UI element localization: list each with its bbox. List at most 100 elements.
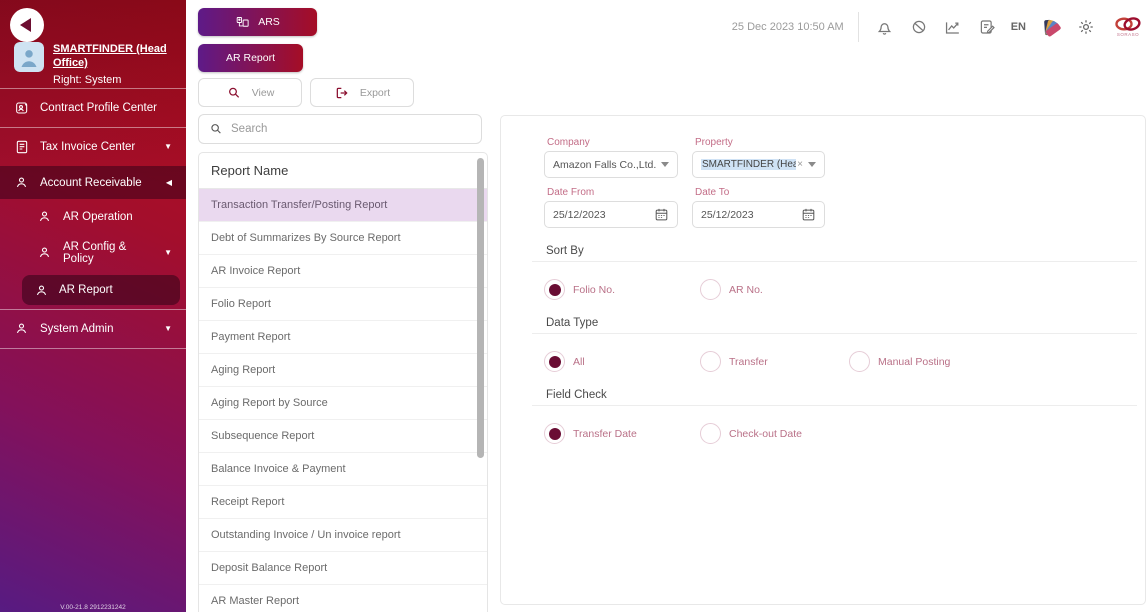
divider: [532, 405, 1137, 406]
settings-gear-icon[interactable]: [1076, 17, 1096, 37]
sidebar-item-label: Contract Profile Center: [40, 102, 157, 114]
sidebar: SMARTFINDER (Head Office) Right: System …: [0, 0, 186, 612]
radio-option[interactable]: Transfer: [700, 351, 849, 372]
report-list-item[interactable]: Payment Report: [199, 321, 487, 354]
calendar-icon[interactable]: [654, 207, 669, 222]
report-list-item[interactable]: Aging Report: [199, 354, 487, 387]
search-input[interactable]: [231, 123, 471, 135]
palette-fan: [1042, 18, 1062, 36]
radio-button[interactable]: [700, 423, 721, 444]
field-check-options: Transfer Date Check-out Date: [544, 423, 1145, 444]
profile-block[interactable]: SMARTFINDER (Head Office) Right: System: [14, 42, 178, 86]
report-list-item[interactable]: Receipt Report: [199, 486, 487, 519]
report-list-item[interactable]: Aging Report by Source: [199, 387, 487, 420]
search-icon: [209, 122, 223, 136]
contact-card-icon: [14, 100, 30, 116]
collapse-sidebar-button[interactable]: [10, 8, 44, 42]
sidebar-item-label: System Admin: [40, 323, 114, 335]
tab-ar-report[interactable]: AR Report: [198, 44, 303, 72]
radio-button[interactable]: [544, 279, 565, 300]
radio-option[interactable]: All: [544, 351, 700, 372]
language-selector[interactable]: EN: [1011, 21, 1026, 33]
report-list-item[interactable]: AR Master Report: [199, 585, 487, 612]
company-dropdown[interactable]: Amazon Falls Co.,Ltd. ...: [544, 151, 678, 178]
report-list-item[interactable]: Outstanding Invoice / Un invoice report: [199, 519, 487, 552]
sidebar-item-label: Account Receivable: [40, 177, 142, 189]
report-list-item[interactable]: Balance Invoice & Payment: [199, 453, 487, 486]
radio-button[interactable]: [700, 279, 721, 300]
edit-note-icon[interactable]: [977, 17, 997, 37]
radio-label: Transfer Date: [573, 428, 637, 440]
header-right: 25 Dec 2023 10:50 AM EN SORASO: [732, 8, 1142, 46]
divider: [532, 261, 1137, 262]
company-value: Amazon Falls Co.,Ltd. ...: [553, 159, 656, 171]
property-chip: SMARTFINDER (Head O: [701, 159, 796, 170]
radio-option[interactable]: AR No.: [700, 279, 849, 300]
divider: [532, 333, 1137, 334]
radio-option[interactable]: Manual Posting: [849, 351, 998, 372]
report-list-item[interactable]: AR Invoice Report: [199, 255, 487, 288]
app-version: V.00-21.8 2912231242: [0, 604, 186, 611]
data-type-options: All Transfer Manual Posting: [544, 351, 1145, 372]
data-type-title: Data Type: [546, 317, 1145, 329]
sidebar-item-system-admin[interactable]: System Admin ▼: [0, 310, 186, 348]
person-icon: [34, 283, 49, 298]
date-from-field[interactable]: 25/12/2023: [544, 201, 678, 228]
chevron-down-icon: ▼: [164, 143, 172, 151]
radio-option[interactable]: Transfer Date: [544, 423, 700, 444]
person-icon: [37, 209, 53, 225]
sidebar-item-tax-invoice-center[interactable]: Tax Invoice Center ▼: [0, 128, 186, 166]
datetime-label: 25 Dec 2023 10:50 AM: [732, 21, 844, 33]
radio-label: All: [573, 356, 585, 368]
block-icon[interactable]: [909, 17, 929, 37]
radio-label: Manual Posting: [878, 356, 950, 368]
report-list-item[interactable]: Deposit Balance Report: [199, 552, 487, 585]
sidebar-item-ar-report-active[interactable]: AR Report: [22, 275, 180, 305]
report-list-item[interactable]: Transaction Transfer/Posting Report: [199, 189, 487, 222]
sidebar-nav: Contract Profile Center Tax Invoice Cent…: [0, 88, 186, 349]
notifications-bell-icon[interactable]: [875, 17, 895, 37]
sort-by-title: Sort By: [546, 245, 1145, 257]
radio-button[interactable]: [544, 351, 565, 372]
chevron-left-icon: ◀: [166, 179, 172, 187]
sidebar-item-label: AR Report: [59, 284, 113, 296]
radio-label: Transfer: [729, 356, 768, 368]
chevron-down-icon: [808, 162, 816, 167]
radio-option[interactable]: Folio No.: [544, 279, 700, 300]
report-list-item[interactable]: Subsequence Report: [199, 420, 487, 453]
sidebar-item-account-receivable[interactable]: Account Receivable ◀: [0, 166, 186, 199]
chart-trend-icon[interactable]: [943, 17, 963, 37]
avatar: [14, 42, 44, 72]
radio-button[interactable]: [700, 351, 721, 372]
date-to-label: Date To: [695, 187, 825, 198]
person-icon: [14, 175, 30, 191]
theme-palette-icon[interactable]: [1042, 17, 1062, 37]
tax-document-icon: [14, 139, 30, 155]
calendar-icon[interactable]: [801, 207, 816, 222]
person-icon: [37, 245, 53, 261]
export-button[interactable]: Export: [310, 78, 414, 107]
report-list-item[interactable]: Folio Report: [199, 288, 487, 321]
date-to-value: 25/12/2023: [701, 209, 801, 221]
radio-label: Folio No.: [573, 284, 615, 296]
property-dropdown[interactable]: SMARTFINDER (Head O ×: [692, 151, 825, 178]
radio-label: AR No.: [729, 284, 763, 296]
date-to-field[interactable]: 25/12/2023: [692, 201, 825, 228]
sidebar-item-ar-operation[interactable]: AR Operation: [0, 199, 186, 235]
sidebar-item-ar-config-policy[interactable]: AR Config & Policy ▼: [0, 235, 186, 271]
report-list-item[interactable]: Debt of Summarizes By Source Report: [199, 222, 487, 255]
brand-logo[interactable]: SORASO: [1114, 17, 1142, 37]
radio-button[interactable]: [849, 351, 870, 372]
sidebar-item-contract-profile-center[interactable]: Contract Profile Center: [0, 89, 186, 127]
back-arrow-icon: [20, 18, 31, 32]
report-list: Transaction Transfer/Posting Report Debt…: [199, 189, 487, 612]
radio-option[interactable]: Check-out Date: [700, 423, 849, 444]
list-scrollbar[interactable]: [477, 158, 484, 458]
view-button-label: View: [252, 87, 275, 99]
tab-ars[interactable]: ARS: [198, 8, 317, 36]
radio-button[interactable]: [544, 423, 565, 444]
company-label: Company: [547, 137, 678, 148]
remove-chip-icon[interactable]: ×: [797, 159, 803, 170]
person-icon: [14, 321, 30, 337]
view-button[interactable]: View: [198, 78, 302, 107]
